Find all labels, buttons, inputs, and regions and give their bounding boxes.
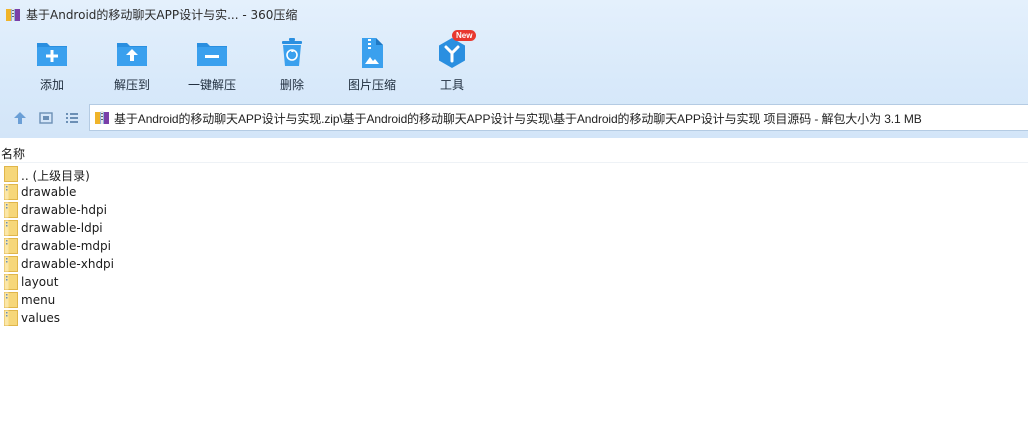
window-title: 基于Android的移动聊天APP设计与实... - 360压缩	[26, 8, 298, 22]
tools-label: 工具	[439, 78, 464, 92]
address-path: 基于Android的移动聊天APP设计与实现.zip\基于Android的移动聊…	[114, 112, 922, 126]
list-item[interactable]: layout	[0, 273, 200, 291]
folder-icon	[4, 166, 18, 182]
folder-icon	[4, 292, 18, 308]
list-view-icon[interactable]	[64, 110, 80, 126]
address-row: 基于Android的移动聊天APP设计与实现.zip\基于Android的移动聊…	[0, 104, 1028, 132]
folder-icon	[4, 220, 18, 236]
tools-button[interactable]: New 工具	[412, 30, 492, 96]
address-bar[interactable]: 基于Android的移动聊天APP设计与实现.zip\基于Android的移动聊…	[89, 104, 1028, 131]
delete-button[interactable]: 删除	[252, 34, 332, 96]
list-item[interactable]: drawable-xhdpi	[0, 255, 200, 273]
list-item[interactable]: values	[0, 309, 200, 327]
list-item-label: layout	[21, 275, 59, 289]
list-item[interactable]: menu	[0, 291, 200, 309]
delete-icon	[282, 38, 302, 66]
up-arrow-icon[interactable]	[12, 110, 28, 126]
title-bar: 基于Android的移动聊天APP设计与实... - 360压缩	[0, 0, 1028, 28]
list-item-parent-directory[interactable]: .. (上级目录)	[0, 165, 200, 183]
folder-icon	[4, 310, 18, 326]
folder-icon	[4, 274, 18, 290]
list-item-label: menu	[21, 293, 56, 307]
extract-to-label: 解压到	[113, 78, 150, 92]
list-item[interactable]: drawable-hdpi	[0, 201, 200, 219]
image-compress-label: 图片压缩	[347, 78, 396, 92]
extract-to-button[interactable]: 解压到	[92, 34, 172, 96]
archive-icon	[95, 111, 109, 124]
folder-icon	[4, 202, 18, 218]
one-click-extract-button[interactable]: 一键解压	[172, 34, 252, 96]
image-compress-icon	[362, 38, 383, 68]
list-header: 名称	[0, 142, 1028, 163]
folder-icon	[4, 256, 18, 272]
list-item-label: drawable-hdpi	[21, 203, 107, 217]
folder-icon	[4, 238, 18, 254]
list-item[interactable]: drawable	[0, 183, 200, 201]
file-list: .. (上级目录) drawable drawable-hdpi drawabl…	[0, 165, 1028, 327]
toolbar: 添加 解压到 一键解压 删除 图片压缩 New 工具	[0, 30, 1028, 98]
add-button[interactable]: 添加	[12, 34, 92, 96]
extract-to-icon	[117, 43, 147, 66]
list-item-label: drawable	[21, 185, 77, 199]
one-click-extract-icon	[197, 43, 227, 66]
new-badge: New	[452, 30, 477, 41]
add-icon	[37, 43, 67, 66]
one-click-extract-label: 一键解压	[187, 78, 236, 92]
image-compress-button[interactable]: 图片压缩	[332, 34, 412, 96]
list-item[interactable]: drawable-ldpi	[0, 219, 200, 237]
list-item-label: drawable-xhdpi	[21, 257, 115, 271]
list-item[interactable]: drawable-mdpi	[0, 237, 200, 255]
delete-label: 删除	[279, 78, 304, 92]
folder-icon	[4, 184, 18, 200]
top-chrome: 基于Android的移动聊天APP设计与实... - 360压缩 添加 解压到	[0, 0, 1028, 138]
tools-icon	[439, 38, 465, 68]
add-label: 添加	[39, 78, 64, 92]
archive-app-icon	[6, 8, 20, 21]
list-item-label: .. (上级目录)	[21, 169, 90, 183]
column-header-name[interactable]: 名称	[1, 145, 25, 162]
list-item-label: drawable-mdpi	[21, 239, 111, 253]
list-item-label: values	[21, 311, 61, 325]
thumbnail-view-icon[interactable]	[38, 110, 54, 126]
list-item-label: drawable-ldpi	[21, 221, 103, 235]
